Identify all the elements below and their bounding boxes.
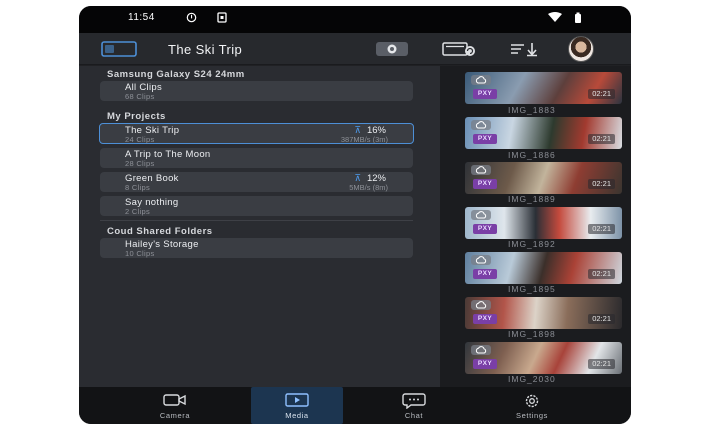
cloud-icon bbox=[471, 75, 491, 85]
cloud-icon bbox=[471, 345, 491, 355]
clip-duration: 02:21 bbox=[588, 359, 615, 369]
cloud-icon bbox=[471, 165, 491, 175]
project-item-say-nothing[interactable]: Say nothing 2 Clips bbox=[100, 196, 413, 216]
nav-label: Chat bbox=[404, 411, 424, 420]
wifi-icon bbox=[547, 12, 563, 26]
clip-thumbnail[interactable]: PXY 02:21 bbox=[465, 252, 622, 284]
device-section-heading: Samsung Galaxy S24 24mm bbox=[107, 69, 245, 80]
nav-chat[interactable]: Chat bbox=[368, 387, 460, 424]
clip-thumbnail[interactable]: PXY 02:21 bbox=[465, 297, 622, 329]
clip-duration: 02:21 bbox=[588, 179, 615, 189]
cloud-sync-icon[interactable] bbox=[375, 40, 409, 63]
sort-icon[interactable] bbox=[509, 40, 543, 63]
nav-media[interactable]: Media bbox=[251, 387, 343, 424]
user-avatar[interactable] bbox=[568, 36, 594, 62]
project-count: 8 Clips bbox=[125, 183, 151, 192]
clip-name: IMG_1883 bbox=[508, 105, 556, 115]
clip-duration: 02:21 bbox=[588, 134, 615, 144]
clip-duration: 02:21 bbox=[588, 314, 615, 324]
clip-thumbnail[interactable]: PXY 02:21 bbox=[465, 162, 622, 194]
clip-name: IMG_1889 bbox=[508, 194, 556, 204]
app-bar: The Ski Trip bbox=[79, 33, 631, 65]
notification-icon bbox=[186, 12, 197, 26]
projects-panel: Samsung Galaxy S24 24mm All Clips 68 Cli… bbox=[79, 66, 440, 387]
folder-sync-icon[interactable] bbox=[441, 40, 479, 63]
proxy-badge: PXY bbox=[473, 269, 497, 279]
nav-camera[interactable]: Camera bbox=[129, 387, 221, 424]
clip-name: IMG_1895 bbox=[508, 284, 556, 294]
clip-thumbnail[interactable]: PXY 02:21 bbox=[465, 117, 622, 149]
proxy-badge: PXY bbox=[473, 314, 497, 324]
clip-name: IMG_1886 bbox=[508, 150, 556, 160]
project-count: 24 Clips bbox=[125, 135, 155, 144]
nav-label: Settings bbox=[516, 411, 548, 420]
cloud-icon bbox=[471, 300, 491, 310]
proxy-badge: PXY bbox=[473, 179, 497, 189]
proxy-badge: PXY bbox=[473, 359, 497, 369]
phone-screen: 11:54 The Ski Trip Samsung Galaxy S24 24… bbox=[79, 6, 631, 424]
clip-name: IMG_2030 bbox=[508, 374, 556, 384]
upload-icon: ⊼ bbox=[354, 125, 361, 135]
clip-duration: 02:21 bbox=[588, 89, 615, 99]
page-title: The Ski Trip bbox=[168, 42, 243, 57]
settings-icon bbox=[486, 393, 578, 409]
upload-icon: ⊼ bbox=[354, 173, 361, 183]
project-item-green-book[interactable]: Green Book 8 Clips ⊼ 12% 5MB/s (8m) bbox=[100, 172, 413, 192]
clip-name: IMG_1892 bbox=[508, 239, 556, 249]
project-item-the-ski-trip[interactable]: The Ski Trip 24 Clips ⊼ 16% 387MB/s (3m) bbox=[99, 123, 414, 144]
nav-settings[interactable]: Settings bbox=[486, 387, 578, 424]
media-grid: PXY 02:21 IMG_1883 PXY 02:21 IMG_1886 PX… bbox=[440, 66, 631, 387]
folder-item-all-clips[interactable]: All Clips 68 Clips bbox=[100, 81, 413, 101]
clip-thumbnail[interactable]: PXY 02:21 bbox=[465, 207, 622, 239]
media-icon bbox=[251, 393, 343, 407]
project-item-a-trip-to-the-moon[interactable]: A Trip to The Moon 28 Clips bbox=[100, 148, 413, 168]
nav-label: Media bbox=[285, 411, 309, 420]
chat-icon bbox=[368, 393, 460, 409]
proxy-badge: PXY bbox=[473, 224, 497, 234]
proxy-badge: PXY bbox=[473, 134, 497, 144]
status-bar: 11:54 bbox=[79, 6, 631, 33]
projects-section-heading: My Projects bbox=[107, 111, 166, 122]
bottom-nav: Camera Media Chat Settings bbox=[79, 387, 631, 424]
cloud-folder-item-haileys-storage[interactable]: Hailey's Storage 10 Clips bbox=[100, 238, 413, 258]
project-count: 2 Clips bbox=[125, 207, 151, 216]
clip-thumbnail[interactable]: PXY 02:21 bbox=[465, 342, 622, 374]
status-time: 11:54 bbox=[128, 12, 155, 23]
folder-count: 68 Clips bbox=[125, 92, 155, 101]
clip-duration: 02:21 bbox=[588, 269, 615, 279]
proxy-badge: PXY bbox=[473, 89, 497, 99]
upload-speed: 387MB/s (3m) bbox=[340, 135, 388, 144]
sim-icon bbox=[217, 12, 227, 26]
cloud-section-heading: Coud Shared Folders bbox=[107, 226, 213, 237]
nav-label: Camera bbox=[159, 411, 191, 420]
cloud-icon bbox=[471, 255, 491, 265]
project-count: 28 Clips bbox=[125, 159, 155, 168]
upload-speed: 5MB/s (8m) bbox=[349, 183, 388, 192]
clip-duration: 02:21 bbox=[588, 224, 615, 234]
sidebar-toggle-icon[interactable] bbox=[101, 40, 137, 63]
folder-count: 10 Clips bbox=[125, 249, 155, 258]
cloud-icon bbox=[471, 120, 491, 130]
section-divider bbox=[100, 220, 413, 221]
battery-icon bbox=[574, 12, 582, 27]
clip-thumbnail[interactable]: PXY 02:21 bbox=[465, 72, 622, 104]
camera-icon bbox=[129, 393, 221, 407]
cloud-icon bbox=[471, 210, 491, 220]
clip-name: IMG_1898 bbox=[508, 329, 556, 339]
